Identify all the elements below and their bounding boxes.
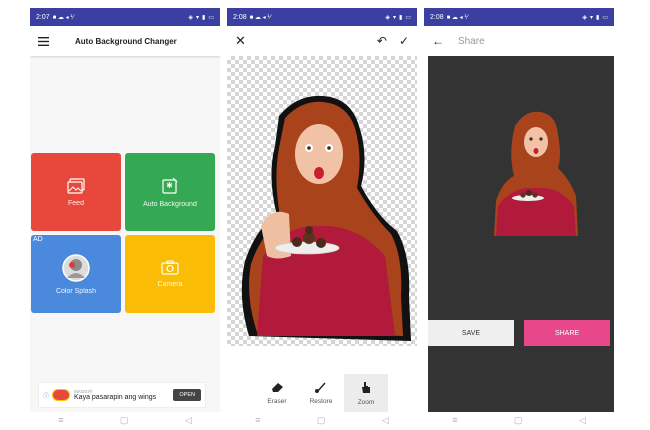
close-icon[interactable]: ✕ (235, 33, 246, 49)
menu-icon[interactable] (38, 36, 49, 46)
editor-toolbar: ✕ ↶ ✓ (227, 26, 417, 56)
status-bar: 2:07 ■ ☁ ◂ ⅟ ◈ ▾ ▮ ▭ (30, 8, 220, 26)
tile-auto-background-label: Auto Background (143, 200, 197, 208)
ad-info-icon[interactable]: ⓘ (43, 391, 49, 400)
save-button-label: SAVE (461, 329, 481, 337)
gallery-icon (67, 177, 85, 194)
share-title: Share (458, 35, 485, 47)
camera-icon (161, 260, 179, 275)
system-icons: ◈ ▾ ▮ ▭ (385, 14, 411, 21)
undo-icon[interactable]: ↶ (377, 34, 387, 48)
tool-eraser-label: Eraser (267, 398, 287, 405)
nav-bar: ≡ ▢ ◁ (227, 412, 417, 428)
home-icon[interactable]: ▢ (120, 415, 129, 426)
hand-icon (362, 382, 370, 393)
status-time: 2:08 (430, 13, 444, 21)
tile-feed-label: Feed (68, 199, 84, 207)
ad-badge: AD (33, 236, 43, 243)
status-bar: 2:08 ■ ☁ ◂ ⅟ ◈ ▾ ▮ ▭ (424, 8, 614, 26)
nav-bar: ≡ ▢ ◁ (424, 412, 614, 428)
tile-color-splash[interactable]: AD Color Splash (31, 235, 121, 313)
back-icon[interactable]: ◁ (185, 415, 192, 426)
share-button-label: SHARE (554, 329, 580, 337)
tool-zoom[interactable]: Zoom (344, 374, 388, 412)
recents-icon[interactable]: ≡ (452, 415, 457, 425)
ad-open-button[interactable]: OPEN (173, 389, 201, 401)
tile-feed[interactable]: Feed (31, 153, 121, 231)
recents-icon[interactable]: ≡ (58, 415, 63, 425)
back-arrow-icon[interactable]: ← (432, 34, 444, 48)
notification-icons: ■ ☁ ◂ ⅟ (446, 14, 468, 21)
system-icons: ◈ ▾ ▮ ▭ (582, 14, 608, 21)
system-icons: ◈ ▾ ▮ ▭ (188, 14, 214, 21)
color-splash-app-icon (62, 253, 90, 282)
editor-screen: 2:08 ■ ☁ ◂ ⅟ ◈ ▾ ▮ ▭ ✕ ↶ ✓ Eraser Restore Z… (227, 8, 417, 428)
ad-text: Kaya pasarapin ang wings (74, 394, 157, 401)
status-time: 2:07 (36, 13, 50, 21)
maggi-logo (52, 389, 71, 401)
status-time: 2:08 (233, 13, 247, 21)
tile-color-splash-label: Color Splash (55, 287, 97, 295)
tile-camera[interactable]: Camera (125, 235, 215, 313)
check-icon[interactable]: ✓ (399, 34, 409, 48)
back-icon[interactable]: ◁ (382, 415, 389, 426)
share-button[interactable]: SHARE (524, 320, 610, 346)
editing-canvas[interactable] (227, 56, 417, 346)
home-screen: 2:07 ■ ☁ ◂ ⅟ ◈ ▾ ▮ ▭ Auto Background Change… (30, 8, 220, 428)
tile-camera-label: Camera (157, 281, 183, 288)
notification-icons: ■ ☁ ◂ ⅟ (52, 14, 74, 21)
share-app-bar: ← Share (424, 26, 614, 56)
share-screen: 2:08 ■ ☁ ◂ ⅟ ◈ ▾ ▮ ▭ ← Share SAVE SHARE ≡ ▢… (424, 8, 614, 428)
tile-auto-background[interactable]: ✱ Auto Background (125, 153, 215, 231)
tool-restore-label: Restore (309, 398, 333, 405)
tool-eraser[interactable]: Eraser (255, 374, 299, 412)
cutout-photo (241, 95, 411, 341)
ad-banner[interactable]: ⓘ MAGGI® Kaya pasarapin ang wings OPEN (38, 382, 206, 408)
result-photo (494, 111, 578, 236)
home-icon[interactable]: ▢ (514, 415, 523, 426)
home-icon[interactable]: ▢ (317, 415, 326, 426)
back-icon[interactable]: ◁ (579, 415, 586, 426)
notification-icons: ■ ☁ ◂ ⅟ (249, 14, 271, 21)
brush-icon (315, 382, 326, 393)
auto-image-icon: ✱ (162, 177, 178, 194)
svg-text:✱: ✱ (166, 181, 173, 190)
nav-bar: ≡ ▢ ◁ (30, 412, 220, 428)
eraser-icon (272, 383, 283, 392)
app-title: Auto Background Changer (75, 36, 177, 46)
tool-restore[interactable]: Restore (299, 374, 343, 412)
recents-icon[interactable]: ≡ (255, 415, 260, 425)
app-bar: Auto Background Changer (30, 26, 220, 56)
save-button[interactable]: SAVE (428, 320, 514, 346)
tool-zoom-label: Zoom (357, 399, 375, 406)
status-bar: 2:08 ■ ☁ ◂ ⅟ ◈ ▾ ▮ ▭ (227, 8, 417, 26)
preview-area: SAVE SHARE (428, 56, 614, 414)
